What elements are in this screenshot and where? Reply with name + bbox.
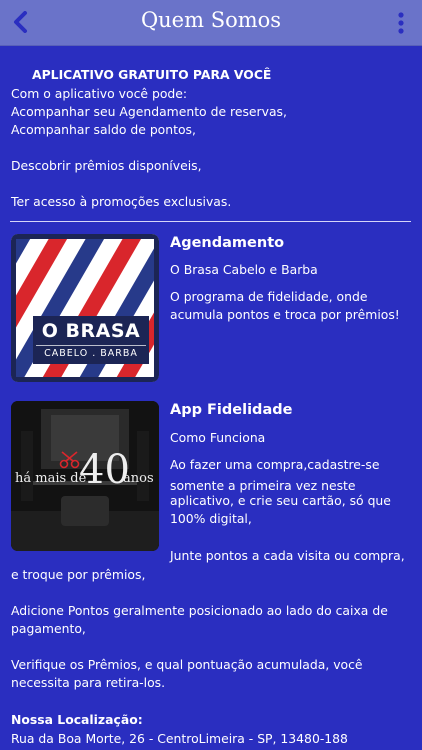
- intro-heading: APLICATIVO GRATUITO PARA VOCÊ: [32, 67, 272, 82]
- obrasa-logo-image[interactable]: O BRASA CABELO . BARBA: [11, 234, 159, 382]
- logo-subtitle: CABELO . BARBA: [44, 348, 138, 359]
- section-body-line: 100% digital,: [170, 511, 252, 526]
- page-title: Quem Somos: [140, 8, 282, 32]
- intro-line: Com o aplicativo você pode:: [11, 86, 188, 101]
- top-navbar: Quem Somos: [0, 0, 422, 46]
- section-body-line: acumula pontos e troca por prêmios!: [170, 307, 400, 322]
- image-caption-number: 40: [79, 447, 130, 493]
- logo-title: O BRASA: [41, 320, 141, 342]
- body-line: e troque por prêmios,: [11, 567, 146, 582]
- section-subtitle: O Brasa Cabelo e Barba: [170, 262, 318, 277]
- intro-line: Descobrir prêmios disponíveis,: [11, 158, 202, 173]
- section-subtitle: Como Funciona: [170, 430, 266, 445]
- page-content[interactable]: APLICATIVO GRATUITO PARA VOCÊ Com o apli…: [0, 45, 422, 750]
- intro-line: Acompanhar saldo de pontos,: [11, 122, 196, 137]
- body-line: pagamento,: [11, 621, 86, 636]
- scissors-icon: [59, 451, 80, 469]
- section-body-line: Ao fazer uma compra,cadastre-se: [170, 457, 380, 472]
- intro-line: Acompanhar seu Agendamento de reservas,: [11, 104, 287, 119]
- barber-pole-logo: [11, 234, 159, 382]
- divider: [10, 221, 411, 222]
- section-title-fidelidade: App Fidelidade: [170, 402, 293, 418]
- body-line: necessita para retira-los.: [11, 675, 166, 690]
- location-heading: Nossa Localização:: [11, 712, 143, 727]
- body-line: Verifique os Prêmios, e qual pontuação a…: [11, 657, 363, 672]
- image-caption-suffix: anos: [123, 471, 154, 486]
- barbershop-interior-image[interactable]: há mais de 40 anos: [11, 401, 159, 551]
- menu-button[interactable]: [388, 8, 414, 38]
- section-body-line: Junte pontos a cada visita ou compra,: [170, 548, 405, 563]
- intro-line: Ter acesso à promoções exclusivas.: [11, 194, 232, 209]
- more-vertical-icon: [398, 12, 404, 34]
- location-address[interactable]: Rua da Boa Morte, 26 - CentroLimeira - S…: [11, 730, 348, 748]
- section-title-agendamento: Agendamento: [170, 235, 285, 251]
- image-caption-prefix: há mais de: [15, 471, 87, 486]
- body-line: Adicione Pontos geralmente posicionado a…: [11, 603, 388, 618]
